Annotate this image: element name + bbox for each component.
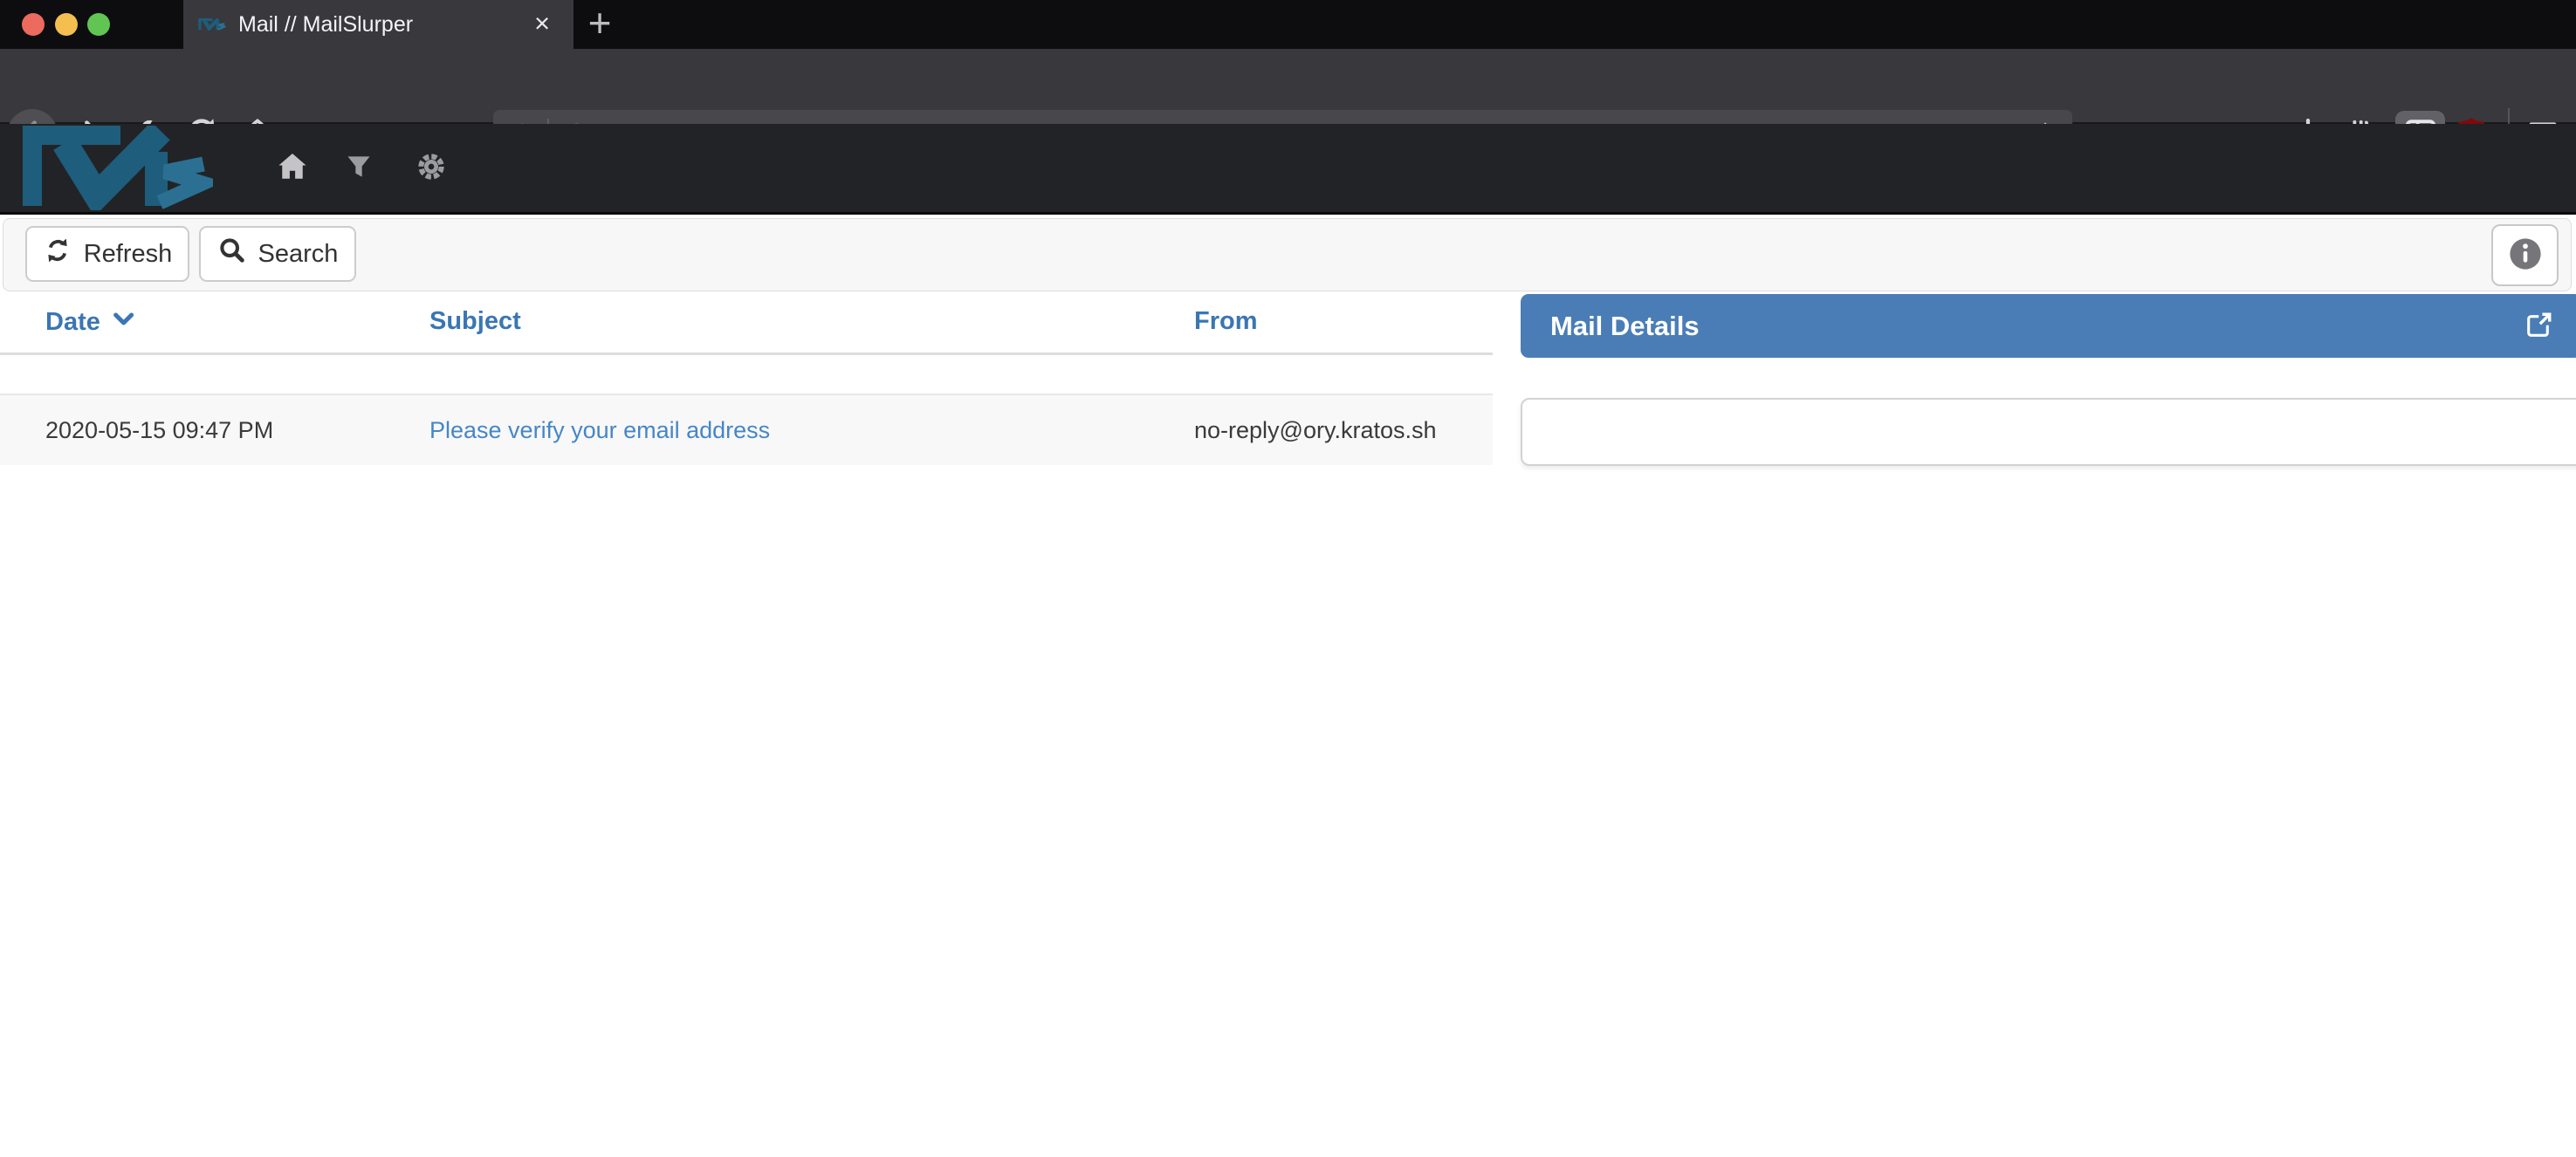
browser-tab[interactable]: Mail // MailSlurper × bbox=[183, 0, 574, 49]
column-header-subject-label: Subject bbox=[429, 307, 521, 336]
search-magnifier-icon bbox=[217, 236, 247, 272]
tab-title: Mail // MailSlurper bbox=[238, 12, 413, 38]
info-solid-icon bbox=[2505, 234, 2545, 277]
new-tab-button[interactable]: + bbox=[580, 0, 620, 49]
mail-details-header: Mail Details bbox=[1521, 294, 2576, 358]
window-zoom-button[interactable] bbox=[87, 13, 110, 36]
mail-details-title: Mail Details bbox=[1550, 311, 1700, 342]
filter-icon bbox=[341, 149, 376, 188]
table-row: 2020-05-15 09:47 PM Please verify your e… bbox=[0, 395, 1493, 465]
actions-bar: Refresh Search bbox=[3, 218, 2572, 291]
nav-settings-button[interactable] bbox=[411, 148, 451, 188]
nav-home-button[interactable] bbox=[272, 148, 313, 188]
browser-toolbar: 127.0.0.1:4436 bbox=[0, 49, 2576, 124]
mailslurper-navbar bbox=[0, 124, 2576, 215]
mailslurper-favicon-icon bbox=[198, 18, 226, 31]
column-header-from-label: From bbox=[1194, 307, 1258, 336]
mailslurper-logo bbox=[23, 126, 213, 215]
window-close-button[interactable] bbox=[22, 13, 45, 36]
window-titlebar: Mail // MailSlurper × + bbox=[0, 0, 2576, 49]
search-button[interactable]: Search bbox=[199, 226, 356, 282]
column-header-date-label: Date bbox=[45, 308, 100, 337]
window-minimize-button[interactable] bbox=[55, 13, 78, 36]
refresh-button[interactable]: Refresh bbox=[25, 226, 189, 282]
nav-filter-button[interactable] bbox=[339, 148, 379, 188]
refresh-label: Refresh bbox=[84, 240, 173, 269]
search-label: Search bbox=[258, 240, 339, 269]
mail-subject-link[interactable]: Please verify your email address bbox=[429, 395, 770, 465]
column-header-date[interactable]: Date bbox=[45, 307, 134, 338]
column-header-from: From bbox=[1194, 307, 1258, 336]
tab-close-icon[interactable]: × bbox=[525, 0, 560, 49]
column-header-subject: Subject bbox=[429, 307, 521, 336]
mail-date-cell: 2020-05-15 09:47 PM bbox=[45, 395, 273, 465]
table-header-border bbox=[0, 353, 1493, 355]
external-link-icon[interactable] bbox=[2522, 310, 2554, 346]
info-button[interactable] bbox=[2491, 224, 2559, 286]
chevron-down-icon bbox=[111, 307, 134, 338]
mail-details-body bbox=[1521, 398, 2576, 466]
settings-gear-icon bbox=[414, 149, 449, 188]
refresh-icon bbox=[43, 236, 72, 272]
home-icon bbox=[273, 147, 312, 190]
mail-from-cell: no-reply@ory.kratos.sh bbox=[1194, 395, 1437, 465]
